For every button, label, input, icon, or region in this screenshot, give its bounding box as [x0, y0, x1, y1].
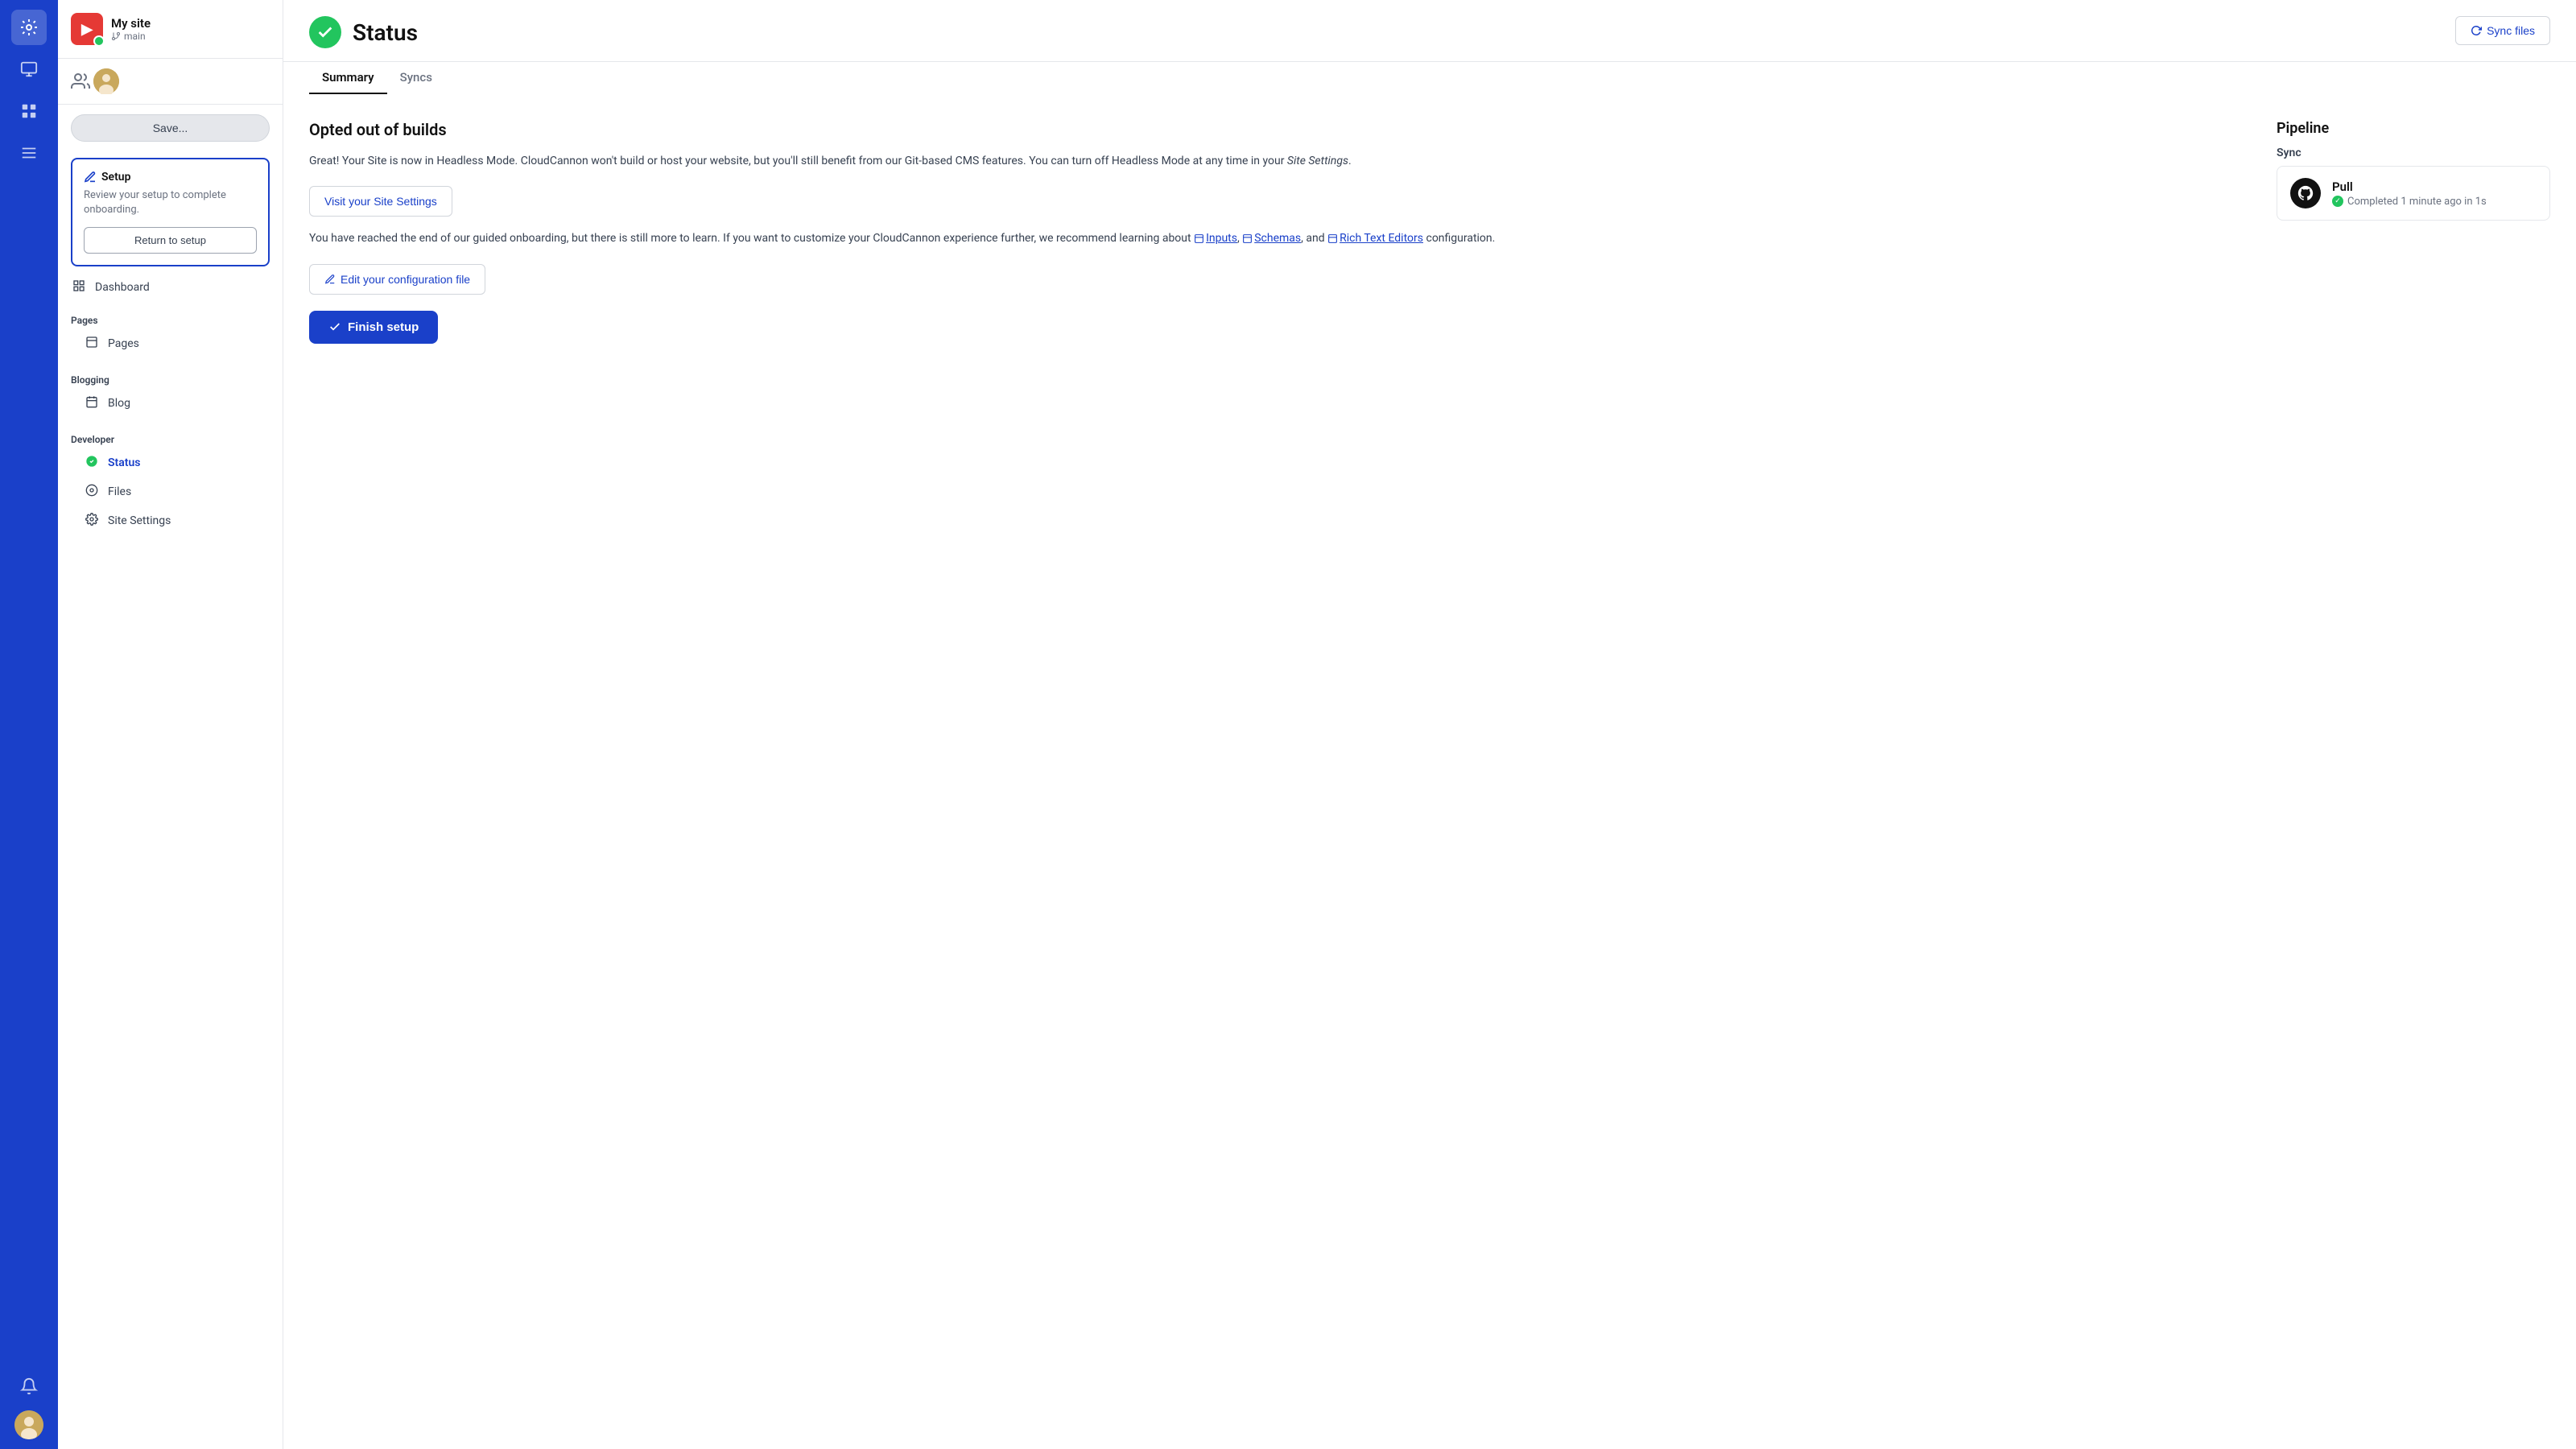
pipeline-title: Pipeline [2277, 120, 2550, 137]
branch-icon [111, 31, 121, 41]
nav-developer-section: Developer Status Files Site Settings [58, 421, 283, 539]
setup-description: Review your setup to complete onboarding… [84, 188, 257, 217]
save-button[interactable]: Save... [71, 114, 270, 142]
pages-icon [84, 336, 100, 352]
pull-status-dot: ✓ [2332, 196, 2343, 207]
settings-icon [84, 513, 100, 529]
files-icon [84, 484, 100, 500]
schemas-icon [1242, 233, 1253, 244]
user-avatars-row [58, 59, 283, 105]
sidebar-header: ▶ My site main [58, 0, 283, 59]
pipeline-section: Pipeline Sync Pull ✓ Completed 1 minute … [2277, 120, 2550, 1423]
setup-card: Setup Review your setup to complete onbo… [71, 158, 270, 266]
inputs-link[interactable]: Inputs [1194, 232, 1237, 245]
nav-pages-section: Pages Pages [58, 302, 283, 361]
onboarding-description: You have reached the end of our guided o… [309, 229, 2244, 247]
edit-config-button[interactable]: Edit your configuration file [309, 264, 485, 295]
status-check-icon [309, 16, 341, 48]
section-heading: Opted out of builds [309, 120, 2244, 139]
pull-name: Pull [2332, 180, 2537, 194]
nav-blogging-section: Blogging Blog [58, 361, 283, 421]
developer-section-title: Developer [71, 434, 270, 445]
inputs-icon [1194, 233, 1204, 244]
site-active-badge [93, 35, 105, 47]
page-body: Opted out of builds Great! Your Site is … [283, 94, 2576, 1449]
tab-summary[interactable]: Summary [309, 62, 387, 94]
grid-icon[interactable] [11, 93, 47, 129]
cloud-icon[interactable] [11, 10, 47, 45]
setup-title: Setup [84, 171, 257, 184]
edit-icon [324, 274, 336, 285]
page-title: Status [353, 19, 418, 46]
pull-status: ✓ Completed 1 minute ago in 1s [2332, 196, 2537, 208]
pipeline-card: Pull ✓ Completed 1 minute ago in 1s [2277, 166, 2550, 221]
status-icon [84, 455, 100, 471]
sync-files-button[interactable]: Sync files [2455, 16, 2550, 45]
pages-section-title: Pages [71, 315, 270, 326]
user-avatar-rail[interactable] [14, 1410, 43, 1439]
notification-icon[interactable] [11, 1368, 47, 1404]
return-to-setup-button[interactable]: Return to setup [84, 227, 257, 254]
site-logo: ▶ [71, 13, 103, 45]
nav-item-dashboard[interactable]: Dashboard [58, 273, 283, 302]
rte-link[interactable]: Rich Text Editors [1327, 232, 1423, 245]
opted-out-description: Great! Your Site is now in Headless Mode… [309, 152, 2244, 170]
tab-syncs[interactable]: Syncs [387, 62, 445, 94]
site-info: My site main [111, 16, 270, 42]
monitor-icon[interactable] [11, 52, 47, 87]
main-content: Status Sync files Summary Syncs Opted ou… [283, 0, 2576, 1449]
dashboard-icon [71, 279, 87, 295]
visit-site-settings-button[interactable]: Visit your Site Settings [309, 186, 452, 217]
user-avatar-sidebar[interactable] [93, 68, 119, 94]
nav-item-pages[interactable]: Pages [71, 329, 270, 358]
finish-setup-button[interactable]: Finish setup [309, 311, 438, 344]
sync-icon [2471, 25, 2482, 36]
list-icon[interactable] [11, 135, 47, 171]
site-name: My site [111, 16, 270, 31]
pencil-icon [84, 171, 97, 184]
nav-dashboard: Dashboard [58, 273, 283, 302]
page-title-row: Status [309, 16, 418, 61]
blogging-section-title: Blogging [71, 374, 270, 386]
site-branch: main [111, 31, 270, 42]
nav-item-site-settings[interactable]: Site Settings [71, 506, 270, 535]
rte-icon [1327, 233, 1338, 244]
sidebar: ▶ My site main Save... Setup Review your [58, 0, 283, 1449]
pipeline-info: Pull ✓ Completed 1 minute ago in 1s [2332, 180, 2537, 208]
nav-item-status[interactable]: Status [71, 448, 270, 477]
icon-rail [0, 0, 58, 1449]
main-section: Opted out of builds Great! Your Site is … [309, 120, 2244, 1423]
schemas-link[interactable]: Schemas [1242, 232, 1301, 245]
nav-item-blog[interactable]: Blog [71, 389, 270, 418]
tabs-bar: Summary Syncs [283, 62, 2576, 94]
users-icon [71, 72, 90, 91]
blog-icon [84, 395, 100, 411]
page-header: Status Sync files [283, 0, 2576, 62]
nav-item-files[interactable]: Files [71, 477, 270, 506]
checkmark-icon [328, 320, 341, 333]
sync-label: Sync [2277, 147, 2550, 159]
github-icon [2290, 178, 2321, 208]
